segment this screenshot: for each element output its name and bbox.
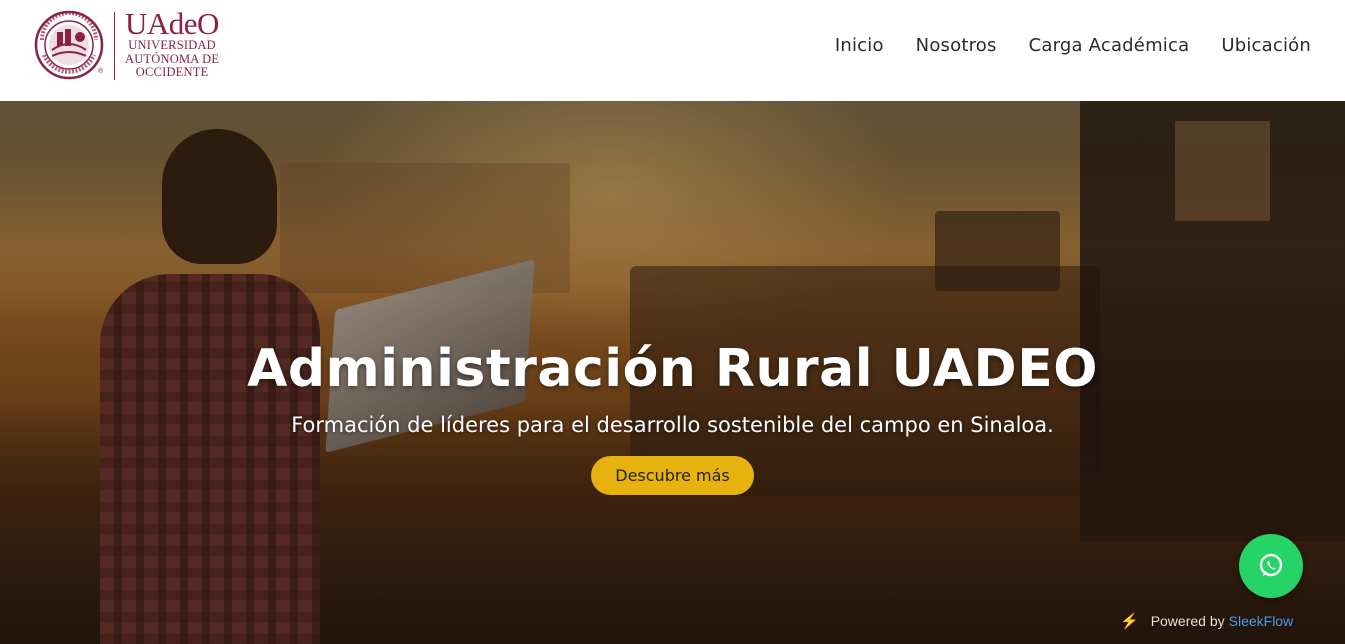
lightning-icon: ⚡ [1120, 613, 1139, 630]
main-nav: Inicio Nosotros Carga Académica Ubicació… [803, 35, 1311, 56]
nav-carga-academica[interactable]: Carga Académica [1029, 35, 1190, 56]
nav-ubicacion[interactable]: Ubicación [1221, 35, 1311, 56]
logo-line-3: OCCIDENTE [135, 65, 209, 79]
university-seal-icon [34, 10, 104, 80]
nav-inicio[interactable]: Inicio [835, 35, 884, 56]
whatsapp-button[interactable] [1239, 534, 1303, 598]
sleekflow-link[interactable]: SleekFlow [1229, 613, 1294, 629]
powered-by-badge[interactable]: ⚡ Powered by SleekFlow [1120, 612, 1293, 630]
logo-title: UAdeO [125, 6, 219, 41]
discover-more-button[interactable]: Descubre más [591, 456, 754, 495]
uadeo-logo[interactable]: ® UAdeO UNIVERSIDAD AUTÓNOMA DE OCCIDENT… [34, 8, 234, 84]
logo-divider [114, 12, 115, 80]
hero-section: Administración Rural UADEO Formación de … [0, 101, 1345, 644]
hero-title: Administración Rural UADEO [247, 339, 1098, 399]
logo-wordmark: UAdeO UNIVERSIDAD AUTÓNOMA DE OCCIDENTE [125, 8, 219, 80]
logo-line-2: AUTÓNOMA DE [125, 51, 220, 66]
nav-nosotros[interactable]: Nosotros [916, 35, 997, 56]
logo-line-1: UNIVERSIDAD [128, 38, 216, 52]
site-header: ® UAdeO UNIVERSIDAD AUTÓNOMA DE OCCIDENT… [0, 0, 1345, 101]
hero-content: Administración Rural UADEO Formación de … [0, 339, 1345, 495]
hero-subtitle: Formación de líderes para el desarrollo … [291, 413, 1054, 437]
whatsapp-icon [1259, 553, 1283, 577]
powered-by-text: Powered by [1150, 613, 1225, 629]
registered-mark: ® [98, 68, 104, 75]
